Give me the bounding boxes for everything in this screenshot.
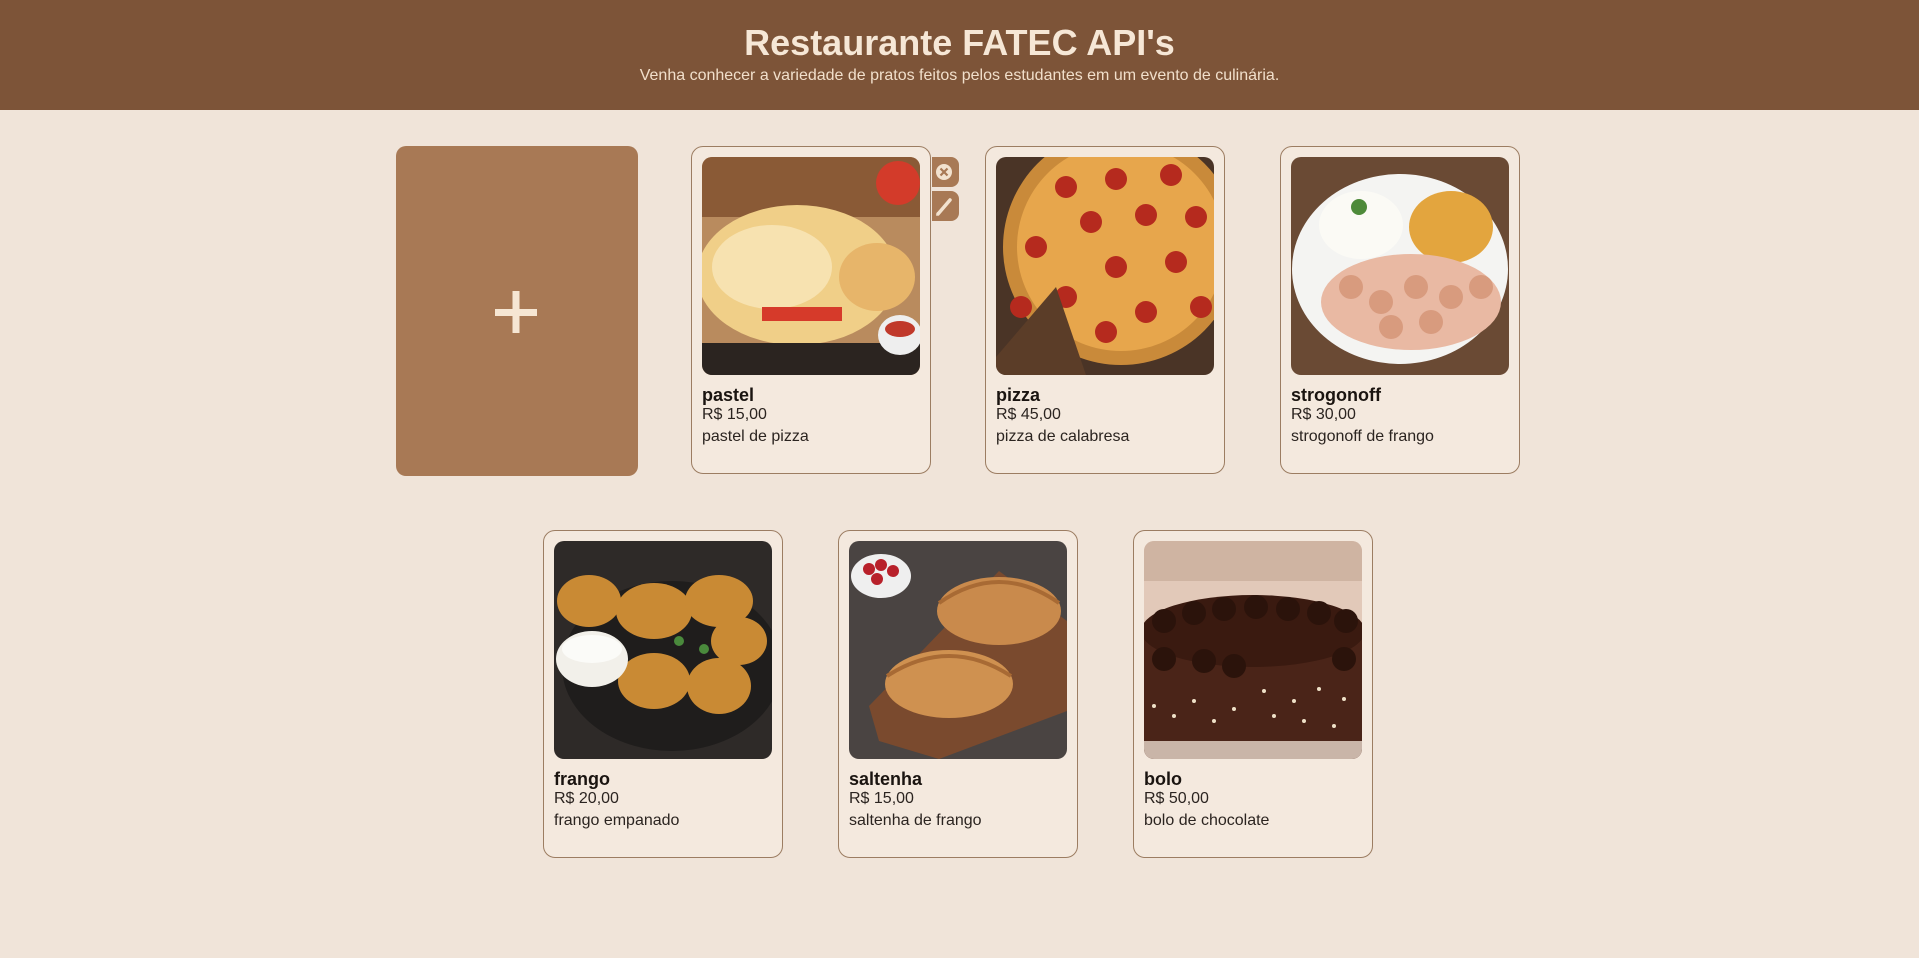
page-header: Restaurante FATEC API's Venha conhecer a… [0, 0, 1919, 110]
dish-description: pizza de calabresa [996, 428, 1130, 445]
dish-name: saltenha [849, 769, 923, 789]
dish-description: strogonoff de frango [1291, 428, 1434, 445]
dish-description: pastel de pizza [702, 428, 809, 445]
dish-card[interactable]: pizza R$ 45,00 pizza de calabresa [985, 146, 1225, 474]
strogonoff-image [1291, 157, 1509, 375]
page-title: Restaurante FATEC API's [744, 22, 1175, 63]
dish-card[interactable]: frango R$ 20,00 frango empanado [543, 530, 783, 858]
edit-button[interactable] [932, 191, 959, 221]
dish-price: R$ 30,00 [1291, 406, 1356, 423]
dish-price: R$ 15,00 [849, 790, 914, 807]
pastel-image [702, 157, 920, 375]
dish-description: saltenha de frango [849, 812, 982, 829]
dish-card[interactable]: saltenha R$ 15,00 saltenha de frango [838, 530, 1078, 858]
card-actions [932, 157, 959, 225]
frango-image [554, 541, 772, 759]
add-dish-button[interactable] [396, 146, 638, 476]
pizza-image [996, 157, 1214, 375]
dish-name: frango [554, 769, 610, 789]
dish-price: R$ 45,00 [996, 406, 1061, 423]
bolo-image [1144, 541, 1362, 759]
dish-name: pastel [702, 385, 755, 405]
plus-icon [495, 291, 537, 333]
dish-price: R$ 20,00 [554, 790, 619, 807]
delete-button[interactable] [932, 157, 959, 187]
pencil-icon [936, 198, 952, 216]
saltenha-image [849, 541, 1067, 759]
dish-card[interactable]: bolo R$ 50,00 bolo de chocolate [1133, 530, 1373, 858]
dish-description: bolo de chocolate [1144, 812, 1270, 829]
dish-card[interactable]: pastel R$ 15,00 pastel de pizza [691, 146, 931, 474]
dish-price: R$ 15,00 [702, 406, 767, 423]
dish-card[interactable]: strogonoff R$ 30,00 strogonoff de frango [1280, 146, 1520, 474]
dish-description: frango empanado [554, 812, 680, 829]
dish-name: pizza [996, 385, 1041, 405]
close-circle-icon [936, 164, 952, 180]
page-subtitle: Venha conhecer a variedade de pratos fei… [639, 67, 1280, 84]
dish-name: bolo [1144, 769, 1182, 789]
dish-name: strogonoff [1291, 385, 1381, 405]
dish-price: R$ 50,00 [1144, 790, 1209, 807]
